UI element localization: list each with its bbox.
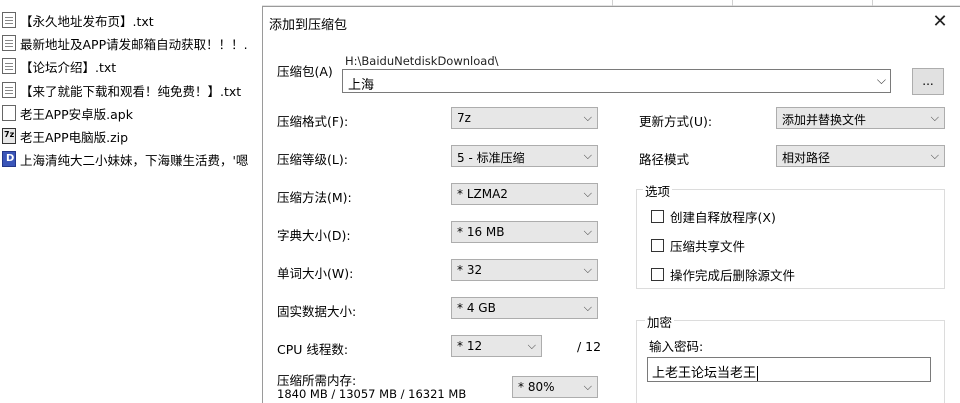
level-value: 5 - 标准压缩 <box>457 151 525 165</box>
browse-button[interactable]: ... <box>912 68 944 95</box>
sfx-checkbox[interactable]: 创建自释放程序(X) <box>651 207 776 226</box>
update-value: 添加并替换文件 <box>782 113 867 127</box>
encryption-title: 加密 <box>645 312 675 331</box>
format-value: 7z <box>457 111 471 125</box>
password-value: 上老王论坛当老王 <box>652 362 759 381</box>
solid-combo[interactable]: * 4 GB ⌵ <box>451 297 598 319</box>
password-label: 输入密码: <box>649 339 704 354</box>
chevron-down-icon[interactable]: ⌵ <box>584 263 592 277</box>
method-combo[interactable]: * LZMA2 ⌵ <box>451 183 598 205</box>
chevron-down-icon[interactable]: ⌵ <box>877 73 886 88</box>
shared-files-label: 压缩共享文件 <box>670 239 746 254</box>
dialog-titlebar[interactable]: 添加到压缩包 ✕ <box>263 7 960 37</box>
file-name: 【论坛介绍】.txt <box>20 59 117 75</box>
format-combo[interactable]: 7z ⌵ <box>451 107 598 129</box>
method-label: 压缩方法(M): <box>277 190 352 205</box>
password-text: 上老王论坛当老王 <box>652 366 757 381</box>
pathmode-combo[interactable]: 相对路径 ⌵ <box>776 145 945 167</box>
txt-file-icon <box>2 82 16 98</box>
archive-label: 压缩包(A) <box>277 64 333 79</box>
memory-detail: 1840 MB / 13057 MB / 16321 MB <box>277 387 467 401</box>
threads-total: / 12 <box>577 339 602 354</box>
chevron-down-icon[interactable]: ⌵ <box>584 111 592 125</box>
method-value: * LZMA2 <box>457 187 508 201</box>
delete-after-label: 操作完成后删除源文件 <box>670 268 796 283</box>
dict-label: 字典大小(D): <box>277 228 351 243</box>
file-name: 【永久地址发布页】.txt <box>20 13 154 29</box>
file-name: 老王APP电脑版.zip <box>20 129 129 145</box>
dict-combo[interactable]: * 16 MB ⌵ <box>451 221 598 243</box>
level-label: 压缩等级(L): <box>277 152 348 167</box>
options-title: 选项 <box>643 181 673 200</box>
update-label: 更新方式(U): <box>639 114 713 129</box>
file-list: 【永久地址发布页】.txt 最新地址及APP请发邮箱自动获取！！！. 【论坛介绍… <box>0 0 262 403</box>
pathmode-value: 相对路径 <box>782 151 831 165</box>
solid-label: 固实数据大小: <box>277 304 357 319</box>
video-file-icon <box>2 151 16 167</box>
file-name: 最新地址及APP请发邮箱自动获取！！！. <box>20 36 248 52</box>
file-item[interactable]: 【来了就能下载和观看！纯免费！】.txt <box>2 79 241 101</box>
chevron-down-icon[interactable]: ⌵ <box>584 187 592 201</box>
delete-after-checkbox[interactable]: 操作完成后删除源文件 <box>651 265 795 284</box>
txt-file-icon <box>2 58 16 74</box>
file-name: 老王APP安卓版.apk <box>20 106 133 122</box>
memory-combo[interactable]: * 80% ⌵ <box>512 376 598 398</box>
word-combo[interactable]: * 32 ⌵ <box>451 259 598 281</box>
apk-file-icon <box>2 105 16 121</box>
checkbox-box[interactable] <box>651 210 664 223</box>
pathmode-label: 路径模式 <box>639 152 690 167</box>
threads-value: * 12 <box>457 339 483 353</box>
word-value: * 32 <box>457 263 483 277</box>
sfx-label: 创建自释放程序(X) <box>670 210 776 225</box>
chevron-down-icon[interactable]: ⌵ <box>931 111 939 125</box>
chevron-down-icon[interactable]: ⌵ <box>584 149 592 163</box>
archive-name-value: 上海 <box>348 78 375 93</box>
file-item[interactable]: 【论坛介绍】.txt <box>2 55 116 77</box>
archive-name-combo[interactable]: 上海 ⌵ <box>342 69 891 93</box>
dialog-title: 添加到压缩包 <box>269 18 348 33</box>
text-caret <box>757 366 759 381</box>
threads-label: CPU 线程数: <box>277 342 349 357</box>
file-item[interactable]: 最新地址及APP请发邮箱自动获取！！！. <box>2 32 248 54</box>
file-item[interactable]: 老王APP安卓版.apk <box>2 102 133 124</box>
chevron-down-icon[interactable]: ⌵ <box>528 339 536 353</box>
word-label: 单词大小(W): <box>277 266 354 281</box>
dict-value: * 16 MB <box>457 225 505 239</box>
password-input[interactable]: 上老王论坛当老王 <box>647 357 931 382</box>
level-combo[interactable]: 5 - 标准压缩 ⌵ <box>451 145 598 167</box>
file-item[interactable]: 【永久地址发布页】.txt <box>2 9 154 31</box>
chevron-down-icon[interactable]: ⌵ <box>584 301 592 315</box>
close-button[interactable]: ✕ <box>928 11 952 33</box>
update-combo[interactable]: 添加并替换文件 ⌵ <box>776 107 945 129</box>
chevron-down-icon[interactable]: ⌵ <box>584 225 592 239</box>
txt-file-icon <box>2 12 16 28</box>
add-to-archive-dialog: 添加到压缩包 ✕ 压缩包(A) H:\BaiduNetdiskDownload\… <box>262 6 960 403</box>
checkbox-box[interactable] <box>651 268 664 281</box>
chevron-down-icon[interactable]: ⌵ <box>584 380 592 394</box>
chevron-down-icon[interactable]: ⌵ <box>931 149 939 163</box>
checkbox-box[interactable] <box>651 239 664 252</box>
format-label: 压缩格式(F): <box>277 114 349 129</box>
file-item[interactable]: 上海清纯大二小妹妹，下海赚生活费，'嗯 <box>2 148 248 170</box>
file-item[interactable]: 老王APP电脑版.zip <box>2 125 128 147</box>
zip-file-icon <box>2 128 16 144</box>
solid-value: * 4 GB <box>457 301 496 315</box>
txt-file-icon <box>2 35 16 51</box>
memory-value: * 80% <box>518 380 555 394</box>
archive-path: H:\BaiduNetdiskDownload\ <box>345 54 499 68</box>
file-name: 【来了就能下载和观看！纯免费！】.txt <box>20 83 242 99</box>
shared-files-checkbox[interactable]: 压缩共享文件 <box>651 236 745 255</box>
threads-combo[interactable]: * 12 ⌵ <box>451 335 542 357</box>
file-name: 上海清纯大二小妹妹，下海赚生活费，'嗯 <box>20 152 249 168</box>
